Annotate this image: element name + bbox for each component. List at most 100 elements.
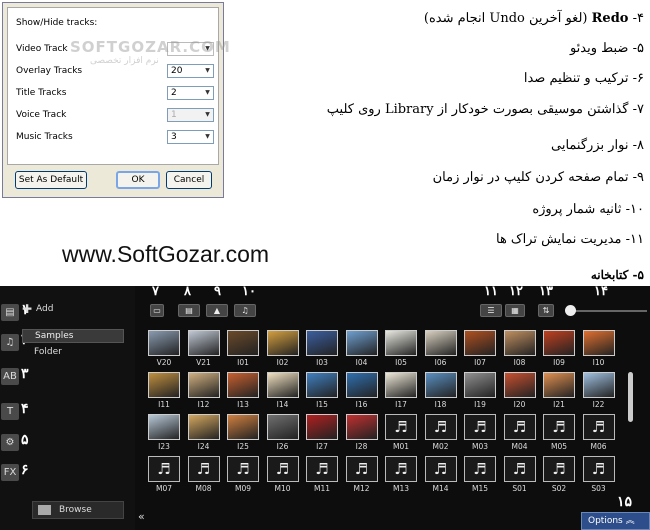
media-item[interactable]: ♬ M14 [423,456,459,494]
media-item[interactable]: I21 [541,372,577,410]
media-item[interactable]: ♬ M03 [462,414,498,452]
callout-number: ۳ [21,366,29,382]
media-item-label: I08 [513,358,526,367]
media-item[interactable]: I14 [265,372,301,410]
samples-folder[interactable]: Samples [22,329,124,343]
media-item[interactable]: I10 [581,330,617,368]
collapse-icon[interactable]: « [138,510,145,523]
voice-track-select[interactable]: 1 ▼ [167,108,214,122]
scrollbar[interactable] [628,372,633,422]
media-item[interactable]: I20 [502,372,538,410]
overlay-tracks-select[interactable]: 20 ▼ [167,64,214,78]
media-item[interactable]: I02 [265,330,301,368]
list-view-icon[interactable]: ☰ [480,304,502,317]
media-item[interactable]: I18 [423,372,459,410]
media-item[interactable]: I08 [502,330,538,368]
sidebar-category-icon[interactable]: ⚙ [1,434,19,451]
add-button[interactable]: Add [36,304,53,314]
chevron-down-icon: ▼ [205,111,210,118]
callout-number: ۶ [21,462,29,478]
options-button[interactable]: Options ︽ [581,512,650,530]
sidebar-category-icon[interactable]: ▤ [1,304,19,321]
media-item[interactable]: I04 [344,330,380,368]
zoom-slider[interactable] [567,310,647,312]
media-item[interactable]: I07 [462,330,498,368]
media-thumbnail [148,330,180,356]
music-filter-icon[interactable]: ♫ [234,304,256,317]
media-item[interactable]: ♬ M15 [462,456,498,494]
thumbnail-view-icon[interactable]: ▦ [505,304,525,317]
media-item-label: M11 [313,484,330,493]
media-item-label: I27 [316,442,328,451]
media-item[interactable]: ♬ M08 [186,456,222,494]
music-tracks-select[interactable]: 3 ▼ [167,130,214,144]
media-item[interactable]: I19 [462,372,498,410]
music-icon: ♬ [385,456,417,482]
media-item[interactable]: I13 [225,372,261,410]
media-item[interactable]: ♬ M01 [383,414,419,452]
callout-number: ۱۴ [594,284,608,299]
media-item[interactable]: I12 [186,372,222,410]
media-item[interactable]: ♬ M10 [265,456,301,494]
media-item-label: I22 [592,400,605,409]
media-item[interactable]: ♬ S03 [581,456,617,494]
music-icon: ♬ [582,414,615,440]
media-item[interactable]: I26 [265,414,301,452]
media-thumbnail [424,372,457,398]
sort-icon[interactable]: ⇅ [538,304,554,317]
media-thumbnail [345,372,378,398]
media-item[interactable]: ♬ M09 [225,456,261,494]
music-icon: ♬ [424,456,457,482]
callout-number: ۵ [21,432,29,448]
media-item[interactable]: I22 [581,372,617,410]
folder-item[interactable]: Folder [34,347,62,357]
media-item[interactable]: I17 [383,372,419,410]
set-as-default-button[interactable]: Set As Default [15,171,87,189]
media-thumbnail [148,372,180,398]
media-item-label: M07 [155,484,172,493]
media-item[interactable]: I06 [423,330,459,368]
media-item[interactable]: I23 [146,414,182,452]
media-item[interactable]: ♬ S02 [541,456,577,494]
browse-button[interactable]: Browse [32,501,124,519]
media-item-label: I21 [553,400,565,409]
media-item[interactable]: I27 [304,414,340,452]
media-item[interactable]: I15 [304,372,340,410]
sidebar-category-icon[interactable]: AB [1,368,19,385]
media-item[interactable]: ♬ M05 [541,414,577,452]
media-item[interactable]: I05 [383,330,419,368]
media-item[interactable]: ♬ M06 [581,414,617,452]
media-item[interactable]: I11 [146,372,182,410]
media-item[interactable]: ♬ M12 [344,456,380,494]
media-item[interactable]: V20 [146,330,182,368]
media-thumbnail [345,414,378,440]
plus-icon[interactable]: ✚ [22,302,32,316]
title-tracks-select[interactable]: 2 ▼ [167,86,214,100]
media-item-label: S03 [591,484,606,493]
media-item[interactable]: ♬ M11 [304,456,340,494]
sidebar-category-icon[interactable]: FX [1,464,19,481]
ok-button[interactable]: OK [116,171,160,189]
sidebar-category-icon[interactable]: T [1,403,19,420]
media-item[interactable]: I16 [344,372,380,410]
media-item[interactable]: ♬ M04 [502,414,538,452]
zoom-slider-handle[interactable] [565,305,576,316]
media-item[interactable]: ♬ M13 [383,456,419,494]
photo-filter-icon[interactable]: ▲ [206,304,228,317]
music-icon: ♬ [227,456,259,482]
cancel-button[interactable]: Cancel [166,171,212,189]
media-item[interactable]: I28 [344,414,380,452]
media-item[interactable]: I09 [541,330,577,368]
media-item[interactable]: ♬ S01 [502,456,538,494]
media-item[interactable]: I01 [225,330,261,368]
media-item[interactable]: ♬ M07 [146,456,182,494]
folder-icon[interactable]: ▭ [150,304,164,317]
media-item-label: M05 [550,442,567,451]
media-item[interactable]: ♬ M02 [423,414,459,452]
media-item[interactable]: I03 [304,330,340,368]
sidebar-category-icon[interactable]: ♫ [1,334,19,351]
media-item[interactable]: I25 [225,414,261,452]
media-item[interactable]: I24 [186,414,222,452]
video-filter-icon[interactable]: ▤ [178,304,200,317]
media-item[interactable]: V21 [186,330,222,368]
